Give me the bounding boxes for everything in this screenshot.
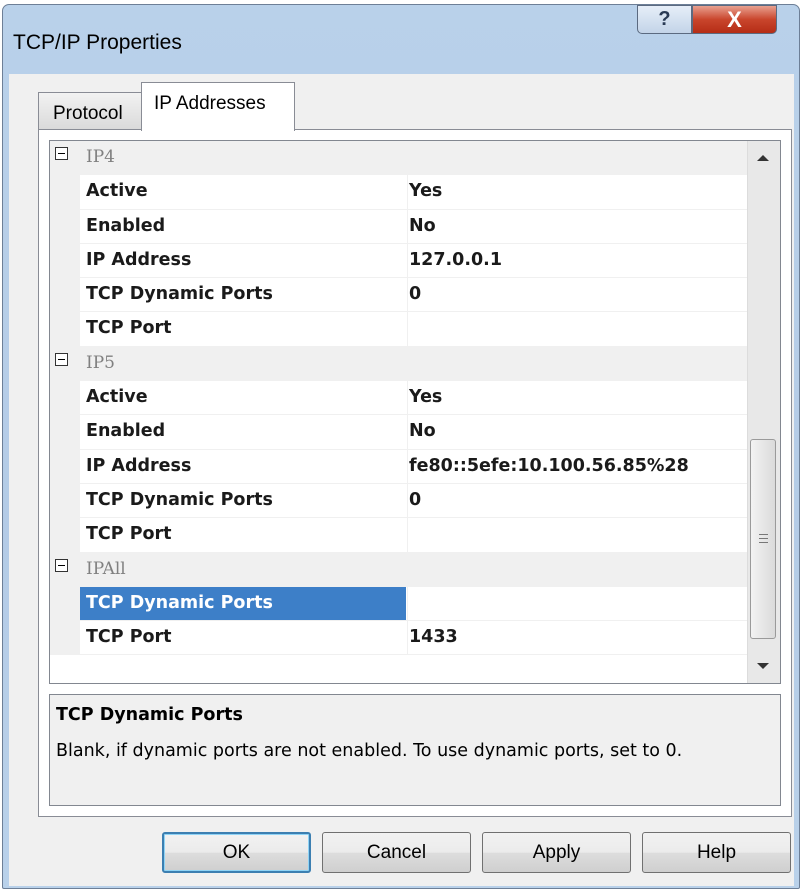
row-gutter bbox=[50, 586, 80, 622]
scrollbar-thumb[interactable] bbox=[750, 439, 776, 639]
property-name: IP Address bbox=[86, 455, 192, 476]
property-name: TCP Port bbox=[86, 627, 172, 648]
row-gutter bbox=[50, 312, 80, 347]
close-button[interactable]: X bbox=[692, 5, 777, 34]
collapse-icon[interactable] bbox=[55, 352, 68, 366]
property-row[interactable]: Active Yes bbox=[50, 175, 748, 210]
help-caption-button[interactable]: ? bbox=[637, 5, 692, 34]
apply-button[interactable]: Apply bbox=[482, 832, 631, 873]
property-row[interactable]: Enabled No bbox=[50, 209, 748, 245]
property-rows: IP4 Active Yes Enabled No IP Address 127.0.0.1… bbox=[50, 141, 748, 656]
property-grid[interactable]: IP4 Active Yes Enabled No IP Address 127.0.0.1… bbox=[49, 140, 781, 684]
column-divider bbox=[407, 209, 408, 244]
row-gutter bbox=[50, 449, 80, 484]
collapse-icon[interactable] bbox=[55, 558, 68, 572]
column-divider bbox=[407, 586, 408, 622]
category-row[interactable]: IP5 bbox=[50, 346, 748, 382]
column-divider bbox=[407, 312, 408, 347]
row-gutter bbox=[50, 518, 80, 553]
row-gutter bbox=[50, 278, 80, 313]
property-name: IP Address bbox=[86, 249, 192, 270]
property-value[interactable]: fe80::5efe:10.100.56.85%28 bbox=[409, 456, 689, 476]
property-row[interactable]: TCP Dynamic Ports 0 bbox=[50, 483, 748, 519]
category-label: IP4 bbox=[86, 147, 115, 167]
property-value[interactable]: No bbox=[409, 421, 436, 441]
window-title: TCP/IP Properties bbox=[13, 31, 182, 54]
property-row[interactable]: TCP Dynamic Ports 0 bbox=[50, 278, 748, 313]
description-title: TCP Dynamic Ports bbox=[56, 705, 243, 725]
property-name: Enabled bbox=[86, 421, 166, 442]
column-divider bbox=[407, 278, 408, 313]
row-gutter bbox=[50, 415, 80, 450]
property-name: TCP Port bbox=[86, 318, 172, 339]
category-row[interactable]: IPAll bbox=[50, 552, 748, 588]
question-mark-icon: ? bbox=[658, 8, 671, 30]
dialog-window: TCP/IP Properties ? X Protocol IP Addres… bbox=[2, 4, 800, 889]
row-gutter bbox=[50, 175, 80, 210]
row-gutter bbox=[50, 243, 80, 279]
property-name: Active bbox=[86, 181, 148, 202]
property-row[interactable]: Active Yes bbox=[50, 381, 748, 416]
ok-button[interactable]: OK bbox=[162, 832, 311, 873]
column-divider bbox=[407, 518, 408, 553]
property-value[interactable]: Yes bbox=[409, 387, 442, 407]
grip-line bbox=[759, 542, 768, 543]
close-icon: X bbox=[727, 6, 742, 32]
property-name: TCP Dynamic Ports bbox=[86, 284, 273, 305]
column-divider bbox=[407, 449, 408, 484]
column-divider bbox=[407, 243, 408, 279]
row-gutter bbox=[50, 483, 80, 519]
property-value[interactable]: 1433 bbox=[409, 627, 458, 647]
property-value[interactable]: 0 bbox=[409, 490, 421, 510]
grip-line bbox=[759, 538, 768, 539]
property-row[interactable]: TCP Port bbox=[50, 312, 748, 348]
category-row[interactable]: IP4 bbox=[50, 141, 748, 176]
property-value[interactable]: 0 bbox=[409, 284, 421, 304]
property-row[interactable]: TCP Dynamic Ports bbox=[50, 586, 748, 622]
column-divider bbox=[407, 483, 408, 519]
category-label: IPAll bbox=[86, 558, 126, 579]
help-button[interactable]: Help bbox=[642, 832, 791, 873]
tab-protocol[interactable]: Protocol bbox=[38, 92, 142, 129]
column-divider bbox=[407, 415, 408, 450]
row-gutter bbox=[50, 621, 80, 656]
property-row[interactable]: Enabled No bbox=[50, 415, 748, 450]
dialog-client-area: Protocol IP Addresses IP4 Active Yes Enable… bbox=[9, 74, 794, 886]
description-panel: TCP Dynamic Ports Blank, if dynamic port… bbox=[49, 694, 781, 806]
property-row[interactable]: IP Address 127.0.0.1 bbox=[50, 243, 748, 279]
property-name: Active bbox=[86, 387, 148, 408]
tab-panel: IP4 Active Yes Enabled No IP Address 127.0.0.1… bbox=[38, 129, 792, 817]
scroll-down-arrow-icon[interactable] bbox=[757, 663, 769, 669]
category-label: IP5 bbox=[86, 352, 115, 373]
property-value[interactable]: No bbox=[409, 216, 436, 236]
column-divider bbox=[407, 175, 408, 210]
tab-ip-addresses[interactable]: IP Addresses bbox=[141, 82, 295, 131]
property-row[interactable]: IP Address fe80::5efe:10.100.56.85%28 bbox=[50, 449, 748, 485]
row-gutter bbox=[50, 381, 80, 416]
property-row[interactable]: TCP Port bbox=[50, 518, 748, 553]
description-text: Blank, if dynamic ports are not enabled.… bbox=[56, 741, 683, 761]
collapse-icon[interactable] bbox=[55, 147, 68, 160]
column-divider bbox=[407, 621, 408, 656]
cancel-button[interactable]: Cancel bbox=[322, 832, 471, 873]
grip-line bbox=[759, 534, 768, 535]
property-value[interactable]: Yes bbox=[409, 181, 442, 201]
property-name: TCP Dynamic Ports bbox=[86, 592, 273, 613]
column-divider bbox=[407, 381, 408, 416]
property-row[interactable]: TCP Port 1433 bbox=[50, 621, 748, 656]
row-gutter bbox=[50, 209, 80, 244]
scroll-up-arrow-icon[interactable] bbox=[757, 155, 769, 161]
property-name: TCP Dynamic Ports bbox=[86, 489, 273, 510]
property-name: TCP Port bbox=[86, 524, 172, 545]
vertical-scrollbar[interactable] bbox=[747, 141, 780, 683]
property-name: Enabled bbox=[86, 215, 166, 236]
property-value[interactable]: 127.0.0.1 bbox=[409, 250, 502, 270]
